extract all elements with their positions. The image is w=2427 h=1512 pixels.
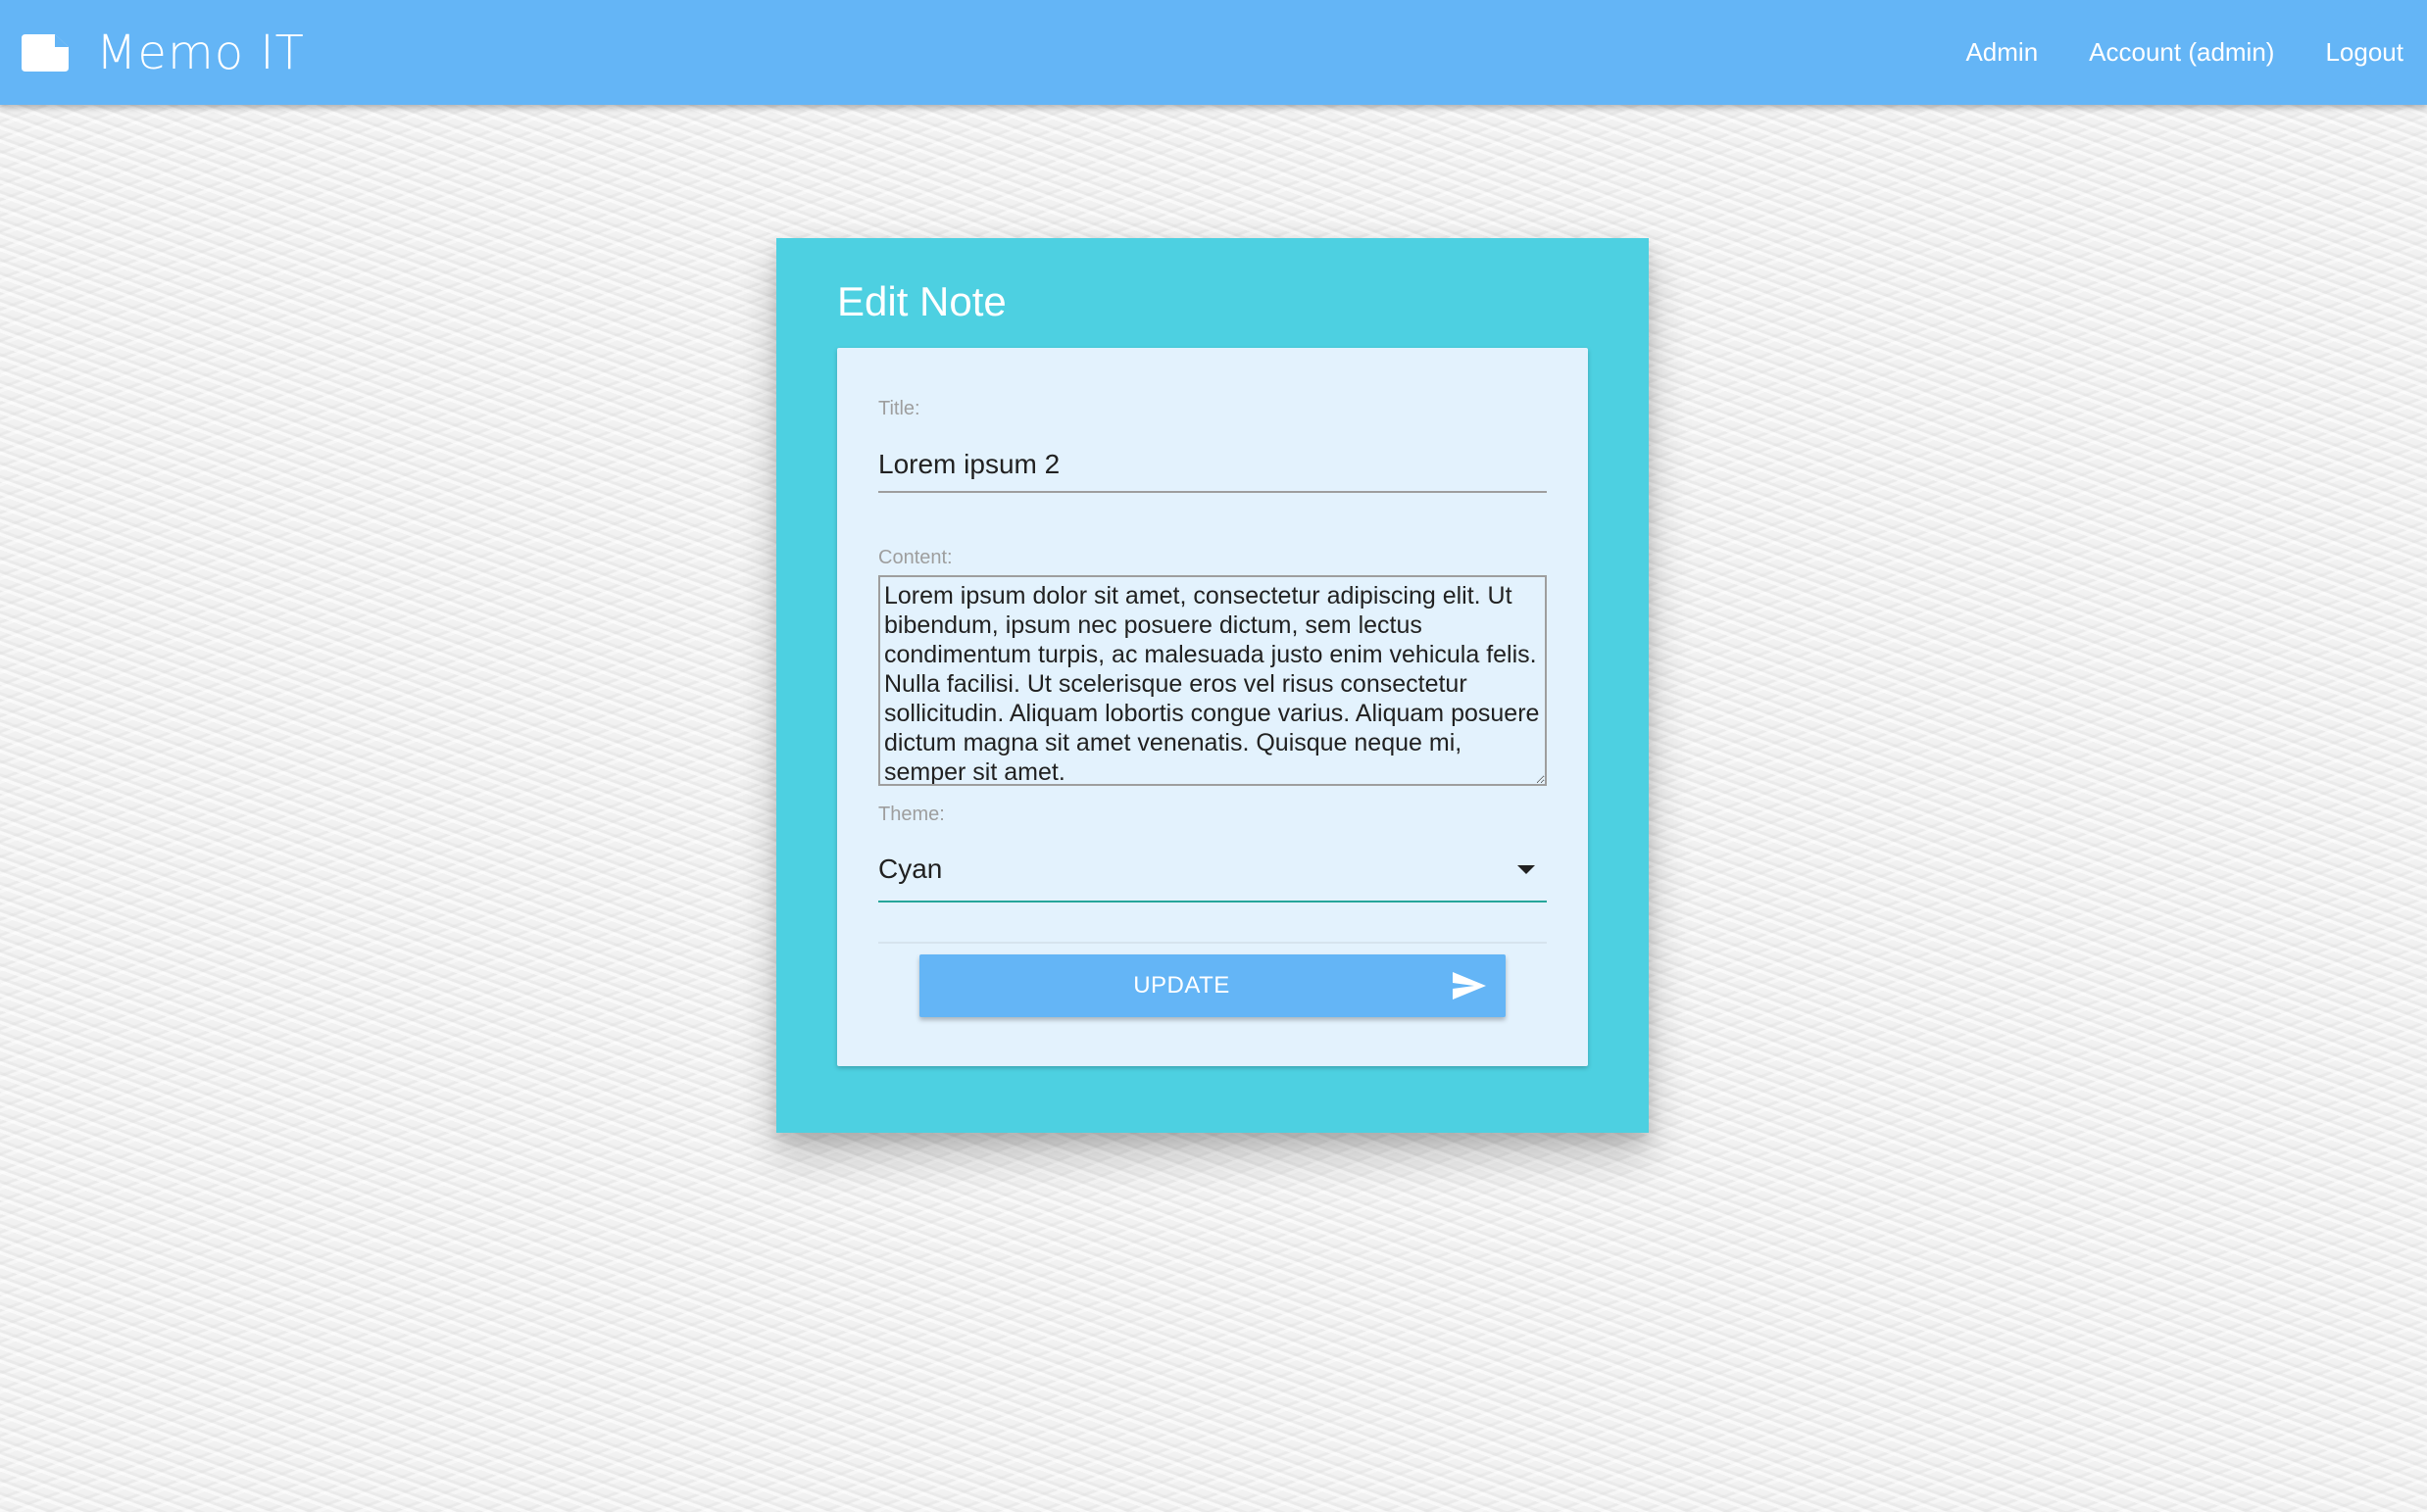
content-label: Content: [878, 547, 953, 568]
theme-selected-value: Cyan [878, 854, 943, 884]
content-textarea[interactable]: Lorem ipsum dolor sit amet, consectetur … [878, 575, 1547, 786]
title-label: Title: [878, 398, 920, 419]
card-title: Edit Note [837, 278, 1007, 324]
update-button[interactable]: UPDATE [919, 954, 1506, 1017]
theme-select[interactable]: Cyan [878, 836, 1547, 902]
top-navbar: Memo IT Admin Account (admin) Logout [0, 0, 2427, 105]
edit-note-form: Title: Content: Lorem ipsum dolor sit am… [837, 348, 1588, 1066]
nav-links: Admin Account (admin) Logout [1940, 0, 2427, 105]
note-icon [22, 33, 69, 72]
title-input[interactable] [878, 438, 1547, 493]
caret-down-icon [1517, 865, 1535, 874]
form-divider [878, 942, 1547, 944]
update-button-label: UPDATE [1133, 972, 1230, 999]
send-icon [1453, 972, 1486, 1000]
nav-admin-link[interactable]: Admin [1940, 0, 2063, 105]
nav-logout-link[interactable]: Logout [2300, 0, 2403, 105]
theme-label: Theme: [878, 804, 945, 825]
edit-note-card: Edit Note Title: Content: Lorem ipsum do… [776, 238, 1649, 1133]
nav-account-link[interactable]: Account (admin) [2063, 0, 2300, 105]
brand-home-link[interactable]: Memo IT [22, 0, 305, 105]
brand-name: Memo IT [96, 24, 305, 80]
